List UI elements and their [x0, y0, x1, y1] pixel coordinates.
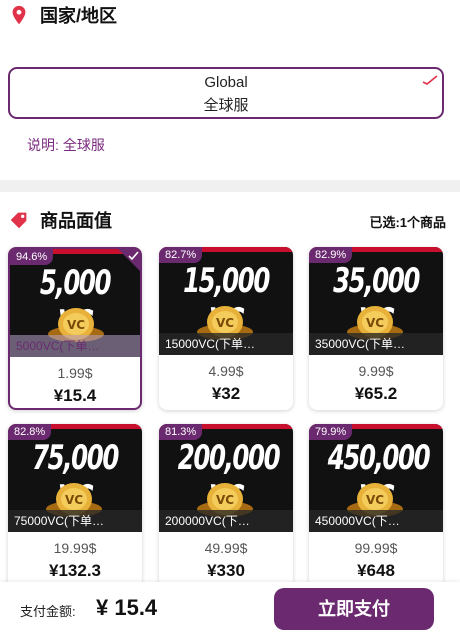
products-title: 商品面值	[40, 211, 112, 231]
region-option-subname: 全球服	[203, 97, 249, 114]
checkout-bar: 支付金额: ¥ 15.4 立即支付	[0, 582, 460, 634]
svg-text:VC: VC	[65, 493, 83, 507]
check-icon	[422, 75, 438, 85]
product-card[interactable]: 5,000 VC VC 5000VC(下单… 94.6% 1.99$ ¥15.4	[8, 247, 142, 410]
section-divider	[0, 180, 460, 192]
product-cny-price: ¥32	[211, 384, 241, 403]
svg-text:VC: VC	[366, 493, 384, 507]
price-tag-icon	[10, 212, 27, 229]
discount-badge: 82.8%	[8, 424, 52, 440]
discount-badge: 79.9%	[309, 424, 353, 440]
selected-check-icon	[118, 249, 140, 271]
selected-count: 已选:1个商品	[369, 215, 446, 230]
discount-badge: 82.9%	[309, 247, 353, 263]
product-card[interactable]: 450,000 VC VC 450000VC(下… 79.9% 99.99$ ¥…	[309, 424, 443, 587]
pay-amount-label: 支付金额:	[20, 604, 76, 619]
product-card[interactable]: 15,000 VC VC 15000VC(下单… 82.7% 4.99$ ¥32	[159, 247, 293, 410]
svg-text:VC: VC	[216, 316, 234, 330]
product-name: 75000VC(下单…	[8, 510, 142, 532]
product-card[interactable]: 75,000 VC VC 75000VC(下单… 82.8% 19.99$ ¥1…	[8, 424, 142, 587]
svg-text:VC: VC	[366, 316, 384, 330]
product-name: 35000VC(下单…	[309, 333, 443, 355]
product-image: 15,000 VC VC 15000VC(下单…	[159, 247, 293, 355]
region-note-value: 全球服	[62, 137, 105, 153]
region-option-global[interactable]: Global 全球服	[8, 67, 444, 119]
product-usd-price: 19.99$	[53, 540, 97, 556]
product-image: 200,000 VC VC 200000VC(下…	[159, 424, 293, 532]
product-cny-price: ¥330	[207, 561, 245, 580]
product-card[interactable]: 200,000 VC VC 200000VC(下… 81.3% 49.99$ ¥…	[159, 424, 293, 587]
product-name: 200000VC(下…	[159, 510, 293, 532]
product-name: 5000VC(下单…	[10, 335, 140, 357]
product-cny-price: ¥648	[357, 561, 395, 580]
region-note-label: 说明:	[27, 137, 59, 153]
product-usd-price: 1.99$	[57, 365, 93, 381]
product-name: 15000VC(下单…	[159, 333, 293, 355]
product-card[interactable]: 35,000 VC VC 35000VC(下单… 82.9% 9.99$ ¥65…	[309, 247, 443, 410]
product-usd-price: 49.99$	[204, 540, 248, 556]
discount-badge: 82.7%	[159, 247, 203, 263]
product-usd-price: 9.99$	[358, 363, 394, 379]
product-image: 450,000 VC VC 450000VC(下…	[309, 424, 443, 532]
region-header: 国家/地区	[8, 2, 117, 28]
products-header: 商品面值	[8, 207, 112, 233]
pay-now-button[interactable]: 立即支付	[274, 588, 434, 630]
region-note: 说明: 全球服	[27, 135, 109, 155]
svg-text:VC: VC	[67, 318, 85, 332]
product-cny-price: ¥15.4	[53, 386, 97, 405]
location-pin-icon	[12, 5, 26, 25]
product-usd-price: 99.99$	[354, 540, 398, 556]
product-image: 35,000 VC VC 35000VC(下单…	[309, 247, 443, 355]
product-image: 75,000 VC VC 75000VC(下单…	[8, 424, 142, 532]
product-cny-price: ¥65.2	[354, 384, 398, 403]
region-option-name: Global	[204, 74, 248, 91]
pay-amount-value: ¥ 15.4	[96, 595, 158, 620]
discount-badge: 94.6%	[10, 249, 54, 265]
product-usd-price: 4.99$	[208, 363, 244, 379]
discount-badge: 81.3%	[159, 424, 203, 440]
product-cny-price: ¥132.3	[49, 561, 101, 580]
product-name: 450000VC(下…	[309, 510, 443, 532]
svg-text:VC: VC	[216, 493, 234, 507]
recharge-page: 国家/地区 Global 全球服 说明: 全球服 商品面值 已选:1个商品 5,0…	[0, 0, 460, 634]
region-title: 国家/地区	[40, 6, 118, 26]
